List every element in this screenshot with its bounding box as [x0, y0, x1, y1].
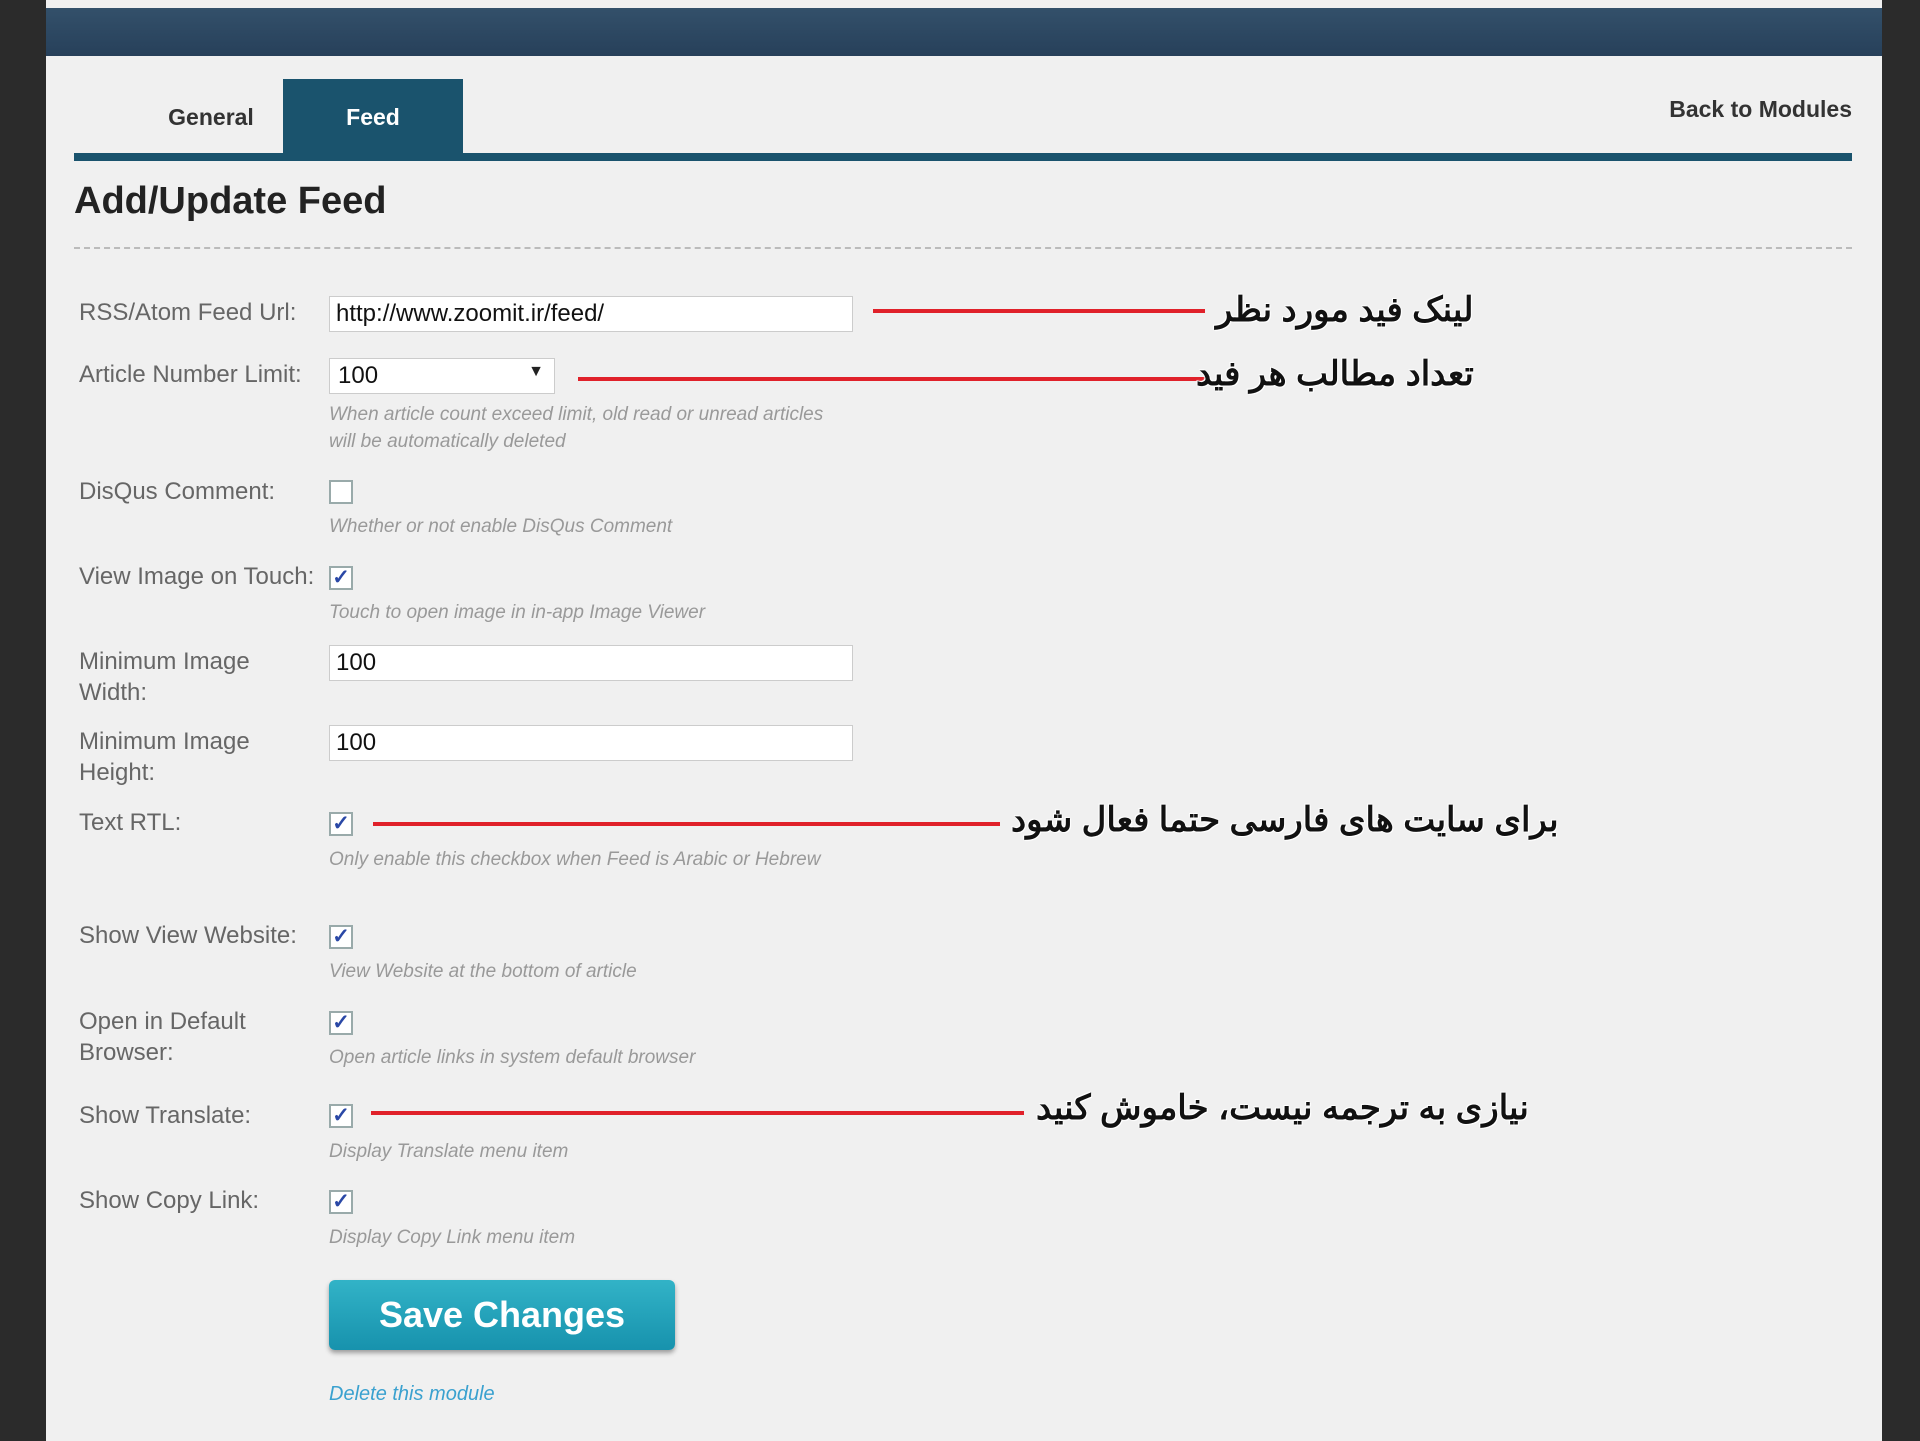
annotation-rtl: برای سایت های فارسی حتما فعال شود — [1011, 801, 1559, 839]
show-website-checkbox[interactable]: ✓ — [329, 925, 353, 949]
main-panel: General Feed Back to Modules Add/Update … — [46, 0, 1882, 1441]
text-rtl-help: Only enable this checkbox when Feed is A… — [329, 849, 821, 870]
disqus-checkbox[interactable] — [329, 480, 353, 504]
disqus-help: Whether or not enable DisQus Comment — [329, 516, 673, 537]
view-image-checkbox[interactable]: ✓ — [329, 566, 353, 590]
open-browser-help: Open article links in system default bro… — [329, 1047, 696, 1068]
annotation-article-count: تعداد مطالب هر فید — [1196, 355, 1474, 393]
annotation-line-translate — [371, 1111, 1024, 1115]
title-divider — [74, 247, 1852, 249]
show-translate-help: Display Translate menu item — [329, 1141, 569, 1162]
page-title: Add/Update Feed — [74, 180, 387, 222]
show-copy-help: Display Copy Link menu item — [329, 1227, 576, 1248]
save-changes-button[interactable]: Save Changes — [329, 1280, 675, 1350]
annotation-line-rtl — [373, 822, 1000, 826]
disqus-label: DisQus Comment: — [79, 478, 276, 505]
show-copy-checkbox[interactable]: ✓ — [329, 1190, 353, 1214]
tab-feed[interactable]: Feed — [283, 79, 463, 155]
view-image-label: View Image on Touch: — [79, 563, 315, 590]
text-rtl-label: Text RTL: — [79, 809, 182, 836]
min-height-label: Minimum Image Height: — [79, 728, 250, 786]
feed-url-input[interactable] — [329, 296, 853, 332]
back-to-modules-link[interactable]: Back to Modules — [1669, 96, 1852, 123]
show-website-help: View Website at the bottom of article — [329, 961, 637, 982]
chevron-down-icon: ▼ — [528, 363, 544, 380]
min-height-input[interactable] — [329, 725, 853, 761]
top-bar — [46, 8, 1882, 56]
article-limit-help: When article count exceed limit, old rea… — [329, 404, 824, 452]
feed-url-label: RSS/Atom Feed Url: — [79, 299, 297, 326]
annotation-line-article-count — [578, 377, 1205, 381]
open-browser-label: Open in Default Browser: — [79, 1008, 246, 1066]
open-browser-checkbox[interactable]: ✓ — [329, 1011, 353, 1035]
text-rtl-checkbox[interactable]: ✓ — [329, 812, 353, 836]
show-translate-label: Show Translate: — [79, 1102, 252, 1129]
delete-module-link[interactable]: Delete this module — [329, 1383, 495, 1406]
annotation-line-feed-link — [873, 309, 1205, 313]
tab-underline — [74, 153, 1852, 161]
annotation-translate: نیازی به ترجمه نیست، خاموش کنید — [1036, 1089, 1529, 1127]
show-translate-checkbox[interactable]: ✓ — [329, 1104, 353, 1128]
article-limit-label: Article Number Limit: — [79, 361, 302, 388]
show-website-label: Show View Website: — [79, 922, 297, 949]
article-limit-value: 100 — [338, 362, 379, 389]
view-image-help: Touch to open image in in-app Image View… — [329, 602, 706, 623]
annotation-feed-link: لینک فید مورد نظر — [1216, 291, 1474, 329]
min-width-input[interactable] — [329, 645, 853, 681]
min-width-label: Minimum Image Width: — [79, 648, 250, 706]
article-limit-select[interactable]: 100 ▼ — [329, 358, 555, 394]
show-copy-label: Show Copy Link: — [79, 1187, 260, 1214]
